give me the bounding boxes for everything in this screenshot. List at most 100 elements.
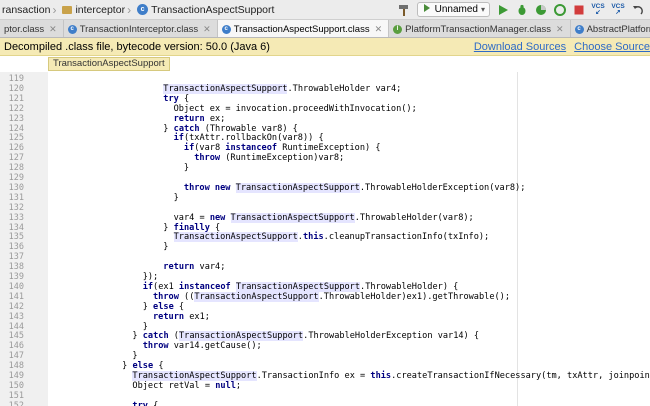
code-keyword: instanceof — [225, 143, 278, 154]
tab-transaction-aspect-support[interactable]: c TransactionAspectSupport.class ✕ — [217, 20, 390, 37]
code-editor[interactable]: TransactionAspectSupport.ThrowableHolder… — [50, 72, 650, 406]
code-token: Object retVal = — [132, 380, 216, 391]
line-number: 131 — [8, 192, 24, 203]
close-icon[interactable]: ✕ — [375, 24, 383, 35]
code-keyword: null — [215, 380, 236, 391]
close-icon[interactable]: ✕ — [556, 24, 564, 35]
class-icon: c — [67, 24, 77, 34]
line-number: 119 — [8, 74, 24, 84]
profile-icon[interactable] — [553, 3, 566, 16]
tab-platform-transaction-manager[interactable]: I PlatformTransactionManager.class ✕ — [389, 20, 571, 37]
code-keyword: instanceof — [178, 281, 231, 292]
code-token: } — [163, 123, 174, 134]
run-icon[interactable] — [496, 3, 509, 16]
code-line: } — [184, 163, 189, 173]
build-hammer-icon[interactable] — [398, 3, 411, 16]
code-line: } — [163, 242, 168, 252]
line-number: 130 — [8, 182, 24, 193]
line-number-gutter: 119 120 121 122 123 124 125 126 127 128 129 130 131 1… — [0, 72, 48, 406]
code-token: ex1; — [184, 311, 210, 322]
code-token: (Throwable var8) { — [199, 123, 298, 134]
code-keyword: catch — [142, 331, 169, 342]
line-number: 140 — [8, 281, 24, 292]
structure-breadcrumb-hint[interactable]: TransactionAspectSupport — [48, 57, 170, 71]
breadcrumb-class[interactable]: c TransactionAspectSupport — [135, 0, 278, 19]
code-class-reference: TransactionAspectSupport — [163, 83, 288, 94]
tab-transaction-interceptor[interactable]: c TransactionInterceptor.class ✕ — [64, 20, 218, 37]
line-number: 134 — [8, 222, 24, 233]
code-line: return var4; — [163, 262, 225, 272]
code-token: RuntimeException) { — [277, 143, 381, 154]
code-token: { — [147, 400, 159, 406]
code-keyword: finally — [173, 222, 210, 233]
line-number: 127 — [8, 153, 24, 164]
undo-history-icon[interactable] — [631, 3, 644, 16]
line-number: 128 — [8, 163, 24, 174]
code-keyword: try — [132, 400, 148, 406]
toolbar: Unnamed ▾ VCS ↙ VCS ↗ — [398, 0, 650, 19]
code-keyword: return — [153, 311, 185, 322]
code-token: } — [142, 301, 154, 312]
code-keyword: this — [302, 232, 324, 243]
class-icon: c — [221, 24, 231, 34]
breadcrumb-interceptor[interactable]: interceptor › — [60, 0, 135, 19]
line-number: 150 — [8, 380, 24, 391]
code-keyword: throw — [194, 153, 221, 164]
run-configuration-label: Unnamed — [434, 4, 478, 15]
code-line: throw var14.getCause(); — [143, 341, 262, 351]
debug-icon[interactable] — [515, 3, 528, 16]
code-line: } — [132, 351, 137, 361]
line-number: 129 — [8, 173, 24, 183]
close-icon[interactable]: ✕ — [49, 24, 57, 35]
vcs-commit-icon[interactable]: VCS ↗ — [611, 3, 625, 16]
line-number: 142 — [8, 301, 24, 312]
line-number: 125 — [8, 133, 24, 144]
code-token: ex; — [204, 113, 226, 124]
code-line: Object retVal = null; — [132, 381, 241, 391]
code-token: .cleanupTransactionInfo(txInfo); — [323, 232, 490, 243]
code-token: } — [173, 192, 179, 203]
choose-source-link[interactable]: Choose Source — [574, 41, 650, 53]
line-number: 137 — [8, 252, 24, 263]
abstract-class-icon: c — [574, 24, 584, 34]
line-number: 124 — [8, 123, 24, 134]
tab-abstract-platform-transaction-manager[interactable]: c AbstractPlatformTransactionManager.cla… — [571, 20, 650, 37]
line-number: 136 — [8, 242, 24, 253]
code-keyword: if — [142, 281, 154, 292]
vcs-update-icon[interactable]: VCS ↙ — [591, 3, 605, 16]
code-line: try { — [132, 401, 158, 406]
code-token: .ThrowableHolder var4; — [287, 83, 402, 94]
code-class-reference: TransactionAspectSupport — [173, 232, 298, 243]
code-token: } — [183, 163, 190, 174]
coverage-icon[interactable] — [534, 3, 547, 16]
code-token: } — [122, 361, 133, 372]
line-number: 147 — [8, 351, 24, 362]
code-token: ( — [168, 331, 179, 342]
download-sources-link[interactable]: Download Sources — [474, 41, 566, 53]
tab-ptor-class[interactable]: ptor.class ✕ — [0, 20, 64, 37]
code-keyword: new — [209, 212, 226, 223]
line-number: 143 — [8, 311, 24, 322]
code-token: (( — [178, 291, 195, 302]
code-keyword: this — [370, 371, 392, 381]
stop-icon[interactable] — [572, 3, 585, 16]
code-class-reference: TransactionAspectSupport — [235, 281, 361, 292]
close-icon[interactable]: ✕ — [203, 24, 211, 35]
navigation-bar: ransaction › interceptor › c Transaction… — [0, 0, 650, 20]
line-number: 149 — [8, 371, 24, 381]
code-keyword: return — [173, 113, 205, 124]
code-token: } — [132, 331, 143, 342]
line-number: 122 — [8, 103, 24, 114]
code-token: var4; — [194, 262, 226, 273]
run-configuration-select[interactable]: Unnamed ▾ — [416, 2, 490, 17]
code-keyword: throw — [153, 291, 179, 302]
line-number: 139 — [8, 272, 24, 282]
code-line: if(txAttr.rollbackOn(var8)) { — [174, 133, 324, 143]
breadcrumb-package[interactable]: ransaction › — [0, 0, 60, 19]
code-token: } — [132, 351, 138, 362]
code-keyword: if — [173, 133, 184, 144]
code-class-reference: TransactionAspectSupport — [178, 331, 304, 342]
code-token: (txAttr.rollbackOn(var8)) { — [183, 133, 324, 144]
